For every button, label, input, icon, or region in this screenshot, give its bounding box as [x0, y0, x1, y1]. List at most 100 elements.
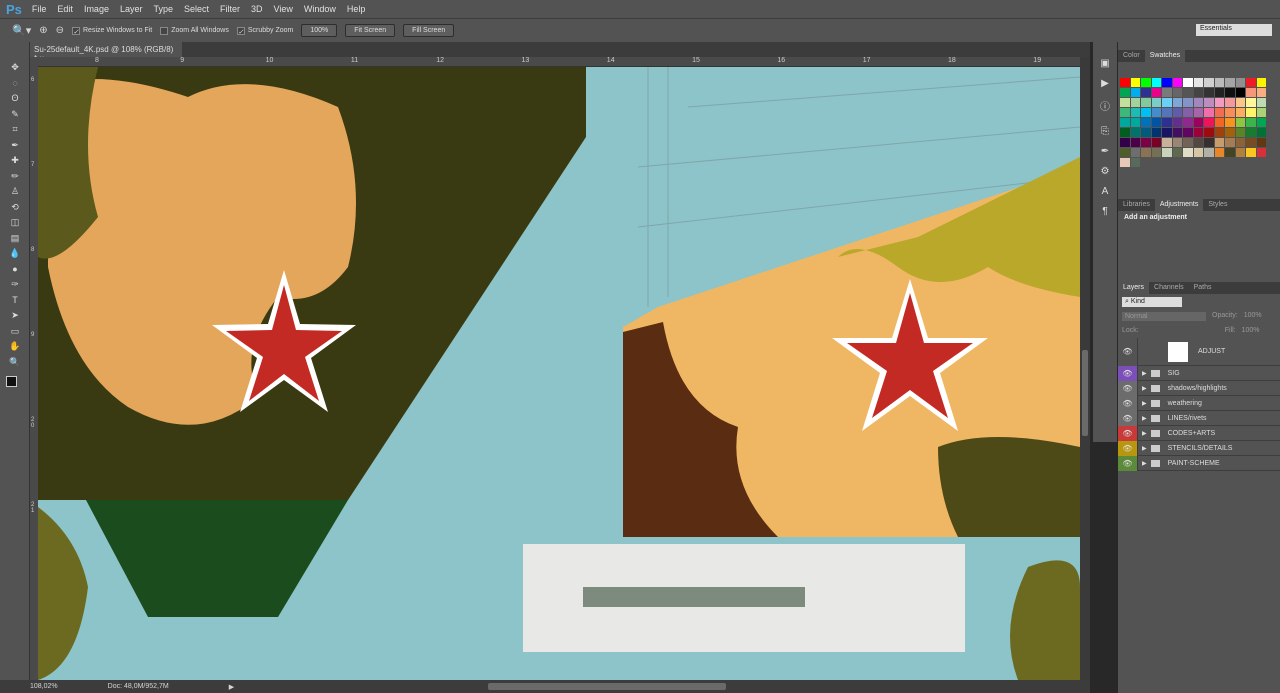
swatch[interactable]: [1172, 118, 1182, 127]
visibility-eye-icon[interactable]: 👁: [1118, 440, 1138, 456]
swatch[interactable]: [1256, 138, 1266, 147]
opacity-field[interactable]: 100%: [1244, 312, 1262, 321]
swatch[interactable]: [1151, 148, 1161, 157]
zoom-100-button[interactable]: 100%: [301, 24, 338, 37]
swatch[interactable]: [1120, 138, 1130, 147]
swatch[interactable]: [1225, 98, 1235, 107]
expand-arrow-icon[interactable]: ▶: [1142, 400, 1147, 407]
swatch[interactable]: [1183, 88, 1193, 97]
swatch[interactable]: [1130, 158, 1140, 167]
menu-image[interactable]: Image: [84, 4, 109, 14]
swatch[interactable]: [1141, 98, 1151, 107]
swatch[interactable]: [1183, 118, 1193, 127]
menu-window[interactable]: Window: [304, 4, 336, 14]
swatch[interactable]: [1246, 118, 1256, 127]
swatch[interactable]: [1235, 88, 1245, 97]
swatch[interactable]: [1130, 128, 1140, 137]
swatch[interactable]: [1235, 78, 1245, 87]
swatch[interactable]: [1246, 98, 1256, 107]
swatch[interactable]: [1141, 148, 1151, 157]
adjustment-icons[interactable]: [1118, 224, 1280, 282]
swatch[interactable]: [1235, 138, 1245, 147]
tab-swatches[interactable]: Swatches: [1144, 50, 1186, 62]
swatch[interactable]: [1225, 78, 1235, 87]
swatch[interactable]: [1235, 128, 1245, 137]
swatch[interactable]: [1120, 118, 1130, 127]
workspace-select[interactable]: Essentials: [1196, 24, 1272, 36]
swatch[interactable]: [1256, 148, 1266, 157]
swatch[interactable]: [1214, 88, 1224, 97]
swatch[interactable]: [1141, 78, 1151, 87]
swatch[interactable]: [1214, 78, 1224, 87]
swatch[interactable]: [1246, 148, 1256, 157]
zoom-tool-icon[interactable]: 🔍▾: [12, 24, 31, 37]
swatch[interactable]: [1162, 78, 1172, 87]
blend-mode-select[interactable]: Normal: [1122, 312, 1206, 321]
swatch[interactable]: [1151, 98, 1161, 107]
pen-tool-icon[interactable]: ✑: [0, 277, 30, 293]
layer-row[interactable]: 👁 ▶ PAINT-SCHEME: [1118, 455, 1280, 471]
swatch[interactable]: [1193, 78, 1203, 87]
swatch[interactable]: [1193, 98, 1203, 107]
swatch[interactable]: [1204, 118, 1214, 127]
swatch[interactable]: [1193, 128, 1203, 137]
tab-paths[interactable]: Paths: [1189, 282, 1217, 294]
swatch[interactable]: [1120, 108, 1130, 117]
menu-view[interactable]: View: [274, 4, 293, 14]
swatch[interactable]: [1172, 138, 1182, 147]
swatch[interactable]: [1193, 138, 1203, 147]
layer-row[interactable]: 👁 ▶ STENCILS/DETAILS: [1118, 440, 1280, 456]
layer-row[interactable]: 👁 ADJUST: [1118, 337, 1280, 366]
properties-panel-icon[interactable]: ⎘: [1093, 126, 1117, 144]
zoom-out-icon[interactable]: ⊖: [56, 25, 64, 36]
fill-field[interactable]: 100%: [1242, 327, 1260, 334]
swatch[interactable]: [1225, 128, 1235, 137]
path-select-tool-icon[interactable]: ➤: [0, 308, 30, 324]
scrubby-zoom-checkbox[interactable]: ✓ Scrubby Zoom: [236, 26, 293, 36]
swatch[interactable]: [1172, 78, 1182, 87]
swatch[interactable]: [1141, 108, 1151, 117]
expand-arrow-icon[interactable]: ▶: [1142, 460, 1147, 467]
swatch[interactable]: [1151, 138, 1161, 147]
fit-screen-button[interactable]: Fit Screen: [345, 24, 396, 37]
info-panel-icon[interactable]: ⓘ: [1093, 98, 1117, 116]
swatch[interactable]: [1256, 128, 1266, 137]
swatch[interactable]: [1130, 148, 1140, 157]
hand-tool-icon[interactable]: ✋: [0, 339, 30, 355]
swatch[interactable]: [1204, 138, 1214, 147]
zoom-all-checkbox[interactable]: Zoom All Windows: [160, 26, 229, 35]
visibility-eye-icon[interactable]: 👁: [1118, 425, 1138, 441]
swatch[interactable]: [1183, 128, 1193, 137]
swatch[interactable]: [1162, 88, 1172, 97]
swatch[interactable]: [1162, 138, 1172, 147]
dodge-tool-icon[interactable]: ●: [0, 262, 30, 278]
swatch[interactable]: [1162, 148, 1172, 157]
swatch[interactable]: [1214, 98, 1224, 107]
swatch[interactable]: [1204, 108, 1214, 117]
menu-select[interactable]: Select: [184, 4, 209, 14]
menu-type[interactable]: Type: [153, 4, 173, 14]
document-tab[interactable]: Su-25default_4K.psd @ 108% (RGB/8) * ×: [30, 42, 182, 63]
resize-windows-checkbox[interactable]: ✓ Resize Windows to Fit: [72, 26, 152, 36]
menu-layer[interactable]: Layer: [120, 4, 143, 14]
swatch[interactable]: [1204, 98, 1214, 107]
history-brush-tool-icon[interactable]: ⟲: [0, 200, 30, 216]
tab-color[interactable]: Color: [1118, 50, 1145, 62]
swatch[interactable]: [1183, 78, 1193, 87]
horizontal-scroll-thumb[interactable]: [488, 683, 726, 690]
swatch[interactable]: [1130, 118, 1140, 127]
character-panel-icon[interactable]: A: [1093, 186, 1117, 204]
swatch[interactable]: [1193, 88, 1203, 97]
swatch[interactable]: [1214, 128, 1224, 137]
expand-arrow-icon[interactable]: ▶: [1142, 370, 1147, 377]
swatch[interactable]: [1204, 78, 1214, 87]
swatch[interactable]: [1151, 128, 1161, 137]
swatch[interactable]: [1130, 138, 1140, 147]
swatch[interactable]: [1246, 78, 1256, 87]
swatch[interactable]: [1183, 138, 1193, 147]
swatch[interactable]: [1204, 148, 1214, 157]
menu-help[interactable]: Help: [347, 4, 366, 14]
swatch[interactable]: [1130, 78, 1140, 87]
swatch[interactable]: [1225, 108, 1235, 117]
crop-tool-icon[interactable]: ⌗: [0, 122, 30, 138]
